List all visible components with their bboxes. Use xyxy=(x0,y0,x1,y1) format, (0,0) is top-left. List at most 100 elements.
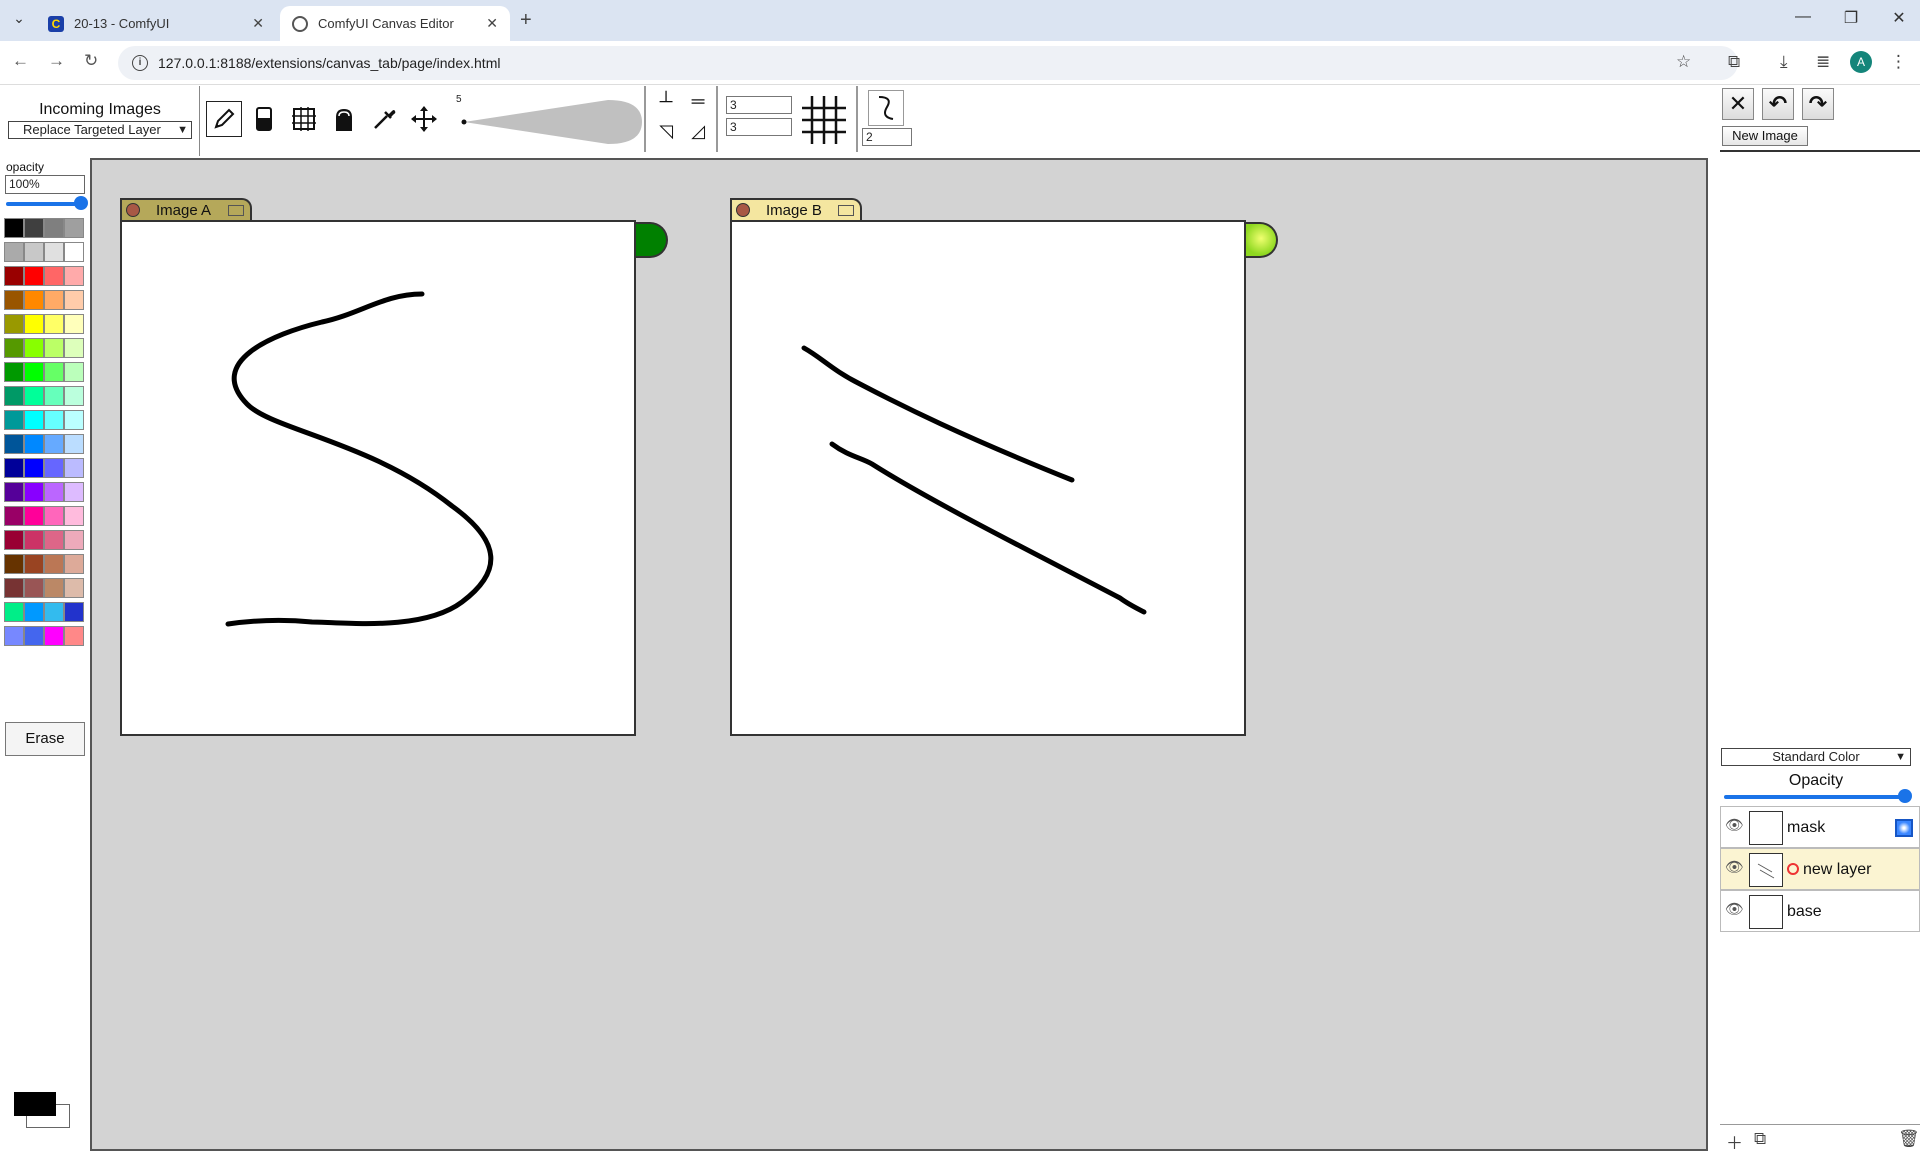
color-swatch[interactable] xyxy=(64,458,84,478)
back-icon[interactable]: ← xyxy=(12,51,29,71)
window-close-icon[interactable]: ✕ xyxy=(1884,8,1914,28)
color-swatch[interactable] xyxy=(4,362,24,382)
layer-row-new-layer[interactable]: 👁 new layer xyxy=(1720,848,1920,890)
image-node-tab[interactable]: Image A xyxy=(120,198,252,220)
layer-opacity-slider[interactable] xyxy=(1724,789,1912,803)
color-swatch[interactable] xyxy=(64,410,84,430)
close-tab-icon[interactable]: ✕ xyxy=(486,15,498,32)
color-swatch[interactable] xyxy=(44,266,64,286)
bookmark-star-icon[interactable]: ☆ xyxy=(1676,52,1691,72)
new-tab-icon[interactable]: + xyxy=(520,9,532,32)
color-swatch[interactable] xyxy=(64,242,84,262)
minimize-icon[interactable]: — xyxy=(1788,8,1818,26)
trash-icon[interactable]: 🗑 xyxy=(1898,1129,1920,1149)
color-swatch[interactable] xyxy=(4,314,24,334)
extensions-icon[interactable]: ⧉ xyxy=(1728,52,1740,72)
color-swatch[interactable] xyxy=(4,482,24,502)
color-swatch[interactable] xyxy=(24,626,44,646)
color-swatch[interactable] xyxy=(24,386,44,406)
curve-input[interactable]: 2 xyxy=(862,128,912,146)
color-swatch[interactable] xyxy=(4,410,24,430)
color-swatch[interactable] xyxy=(24,602,44,622)
close-icon[interactable]: ✕ xyxy=(1722,88,1754,120)
color-swatch[interactable] xyxy=(24,338,44,358)
color-swatch[interactable] xyxy=(44,386,64,406)
erase-button[interactable]: Erase xyxy=(5,722,85,756)
color-swatch[interactable] xyxy=(44,242,64,262)
output-plug[interactable] xyxy=(1246,222,1278,258)
color-swatch[interactable] xyxy=(4,266,24,286)
color-swatch[interactable] xyxy=(4,338,24,358)
color-swatch[interactable] xyxy=(44,314,64,334)
color-swatch[interactable] xyxy=(44,530,64,550)
mask-icon[interactable] xyxy=(1895,819,1913,837)
color-swatch[interactable] xyxy=(24,578,44,598)
mirror-diagonal-icon[interactable]: ◹ xyxy=(654,120,678,144)
curve-icon[interactable] xyxy=(868,90,904,126)
url-field[interactable]: i 127.0.0.1:8188/extensions/canvas_tab/p… xyxy=(118,46,1738,80)
grid-select-icon[interactable] xyxy=(286,101,322,137)
color-swatch[interactable] xyxy=(64,626,84,646)
color-swatch[interactable] xyxy=(4,626,24,646)
forward-icon[interactable]: → xyxy=(48,51,65,71)
browser-tab-canvas-editor[interactable]: ComfyUI Canvas Editor ✕ xyxy=(280,6,510,41)
color-swatch[interactable] xyxy=(24,266,44,286)
color-swatch[interactable] xyxy=(44,626,64,646)
browser-tab-comfyui[interactable]: C 20-13 - ComfyUI ✕ xyxy=(36,6,276,41)
eraser-icon[interactable] xyxy=(246,101,282,137)
color-swatch[interactable] xyxy=(64,554,84,574)
color-swatch[interactable] xyxy=(44,602,64,622)
eye-icon[interactable]: 👁 xyxy=(1725,858,1744,876)
brush-size-slider[interactable] xyxy=(458,96,642,150)
browser-menu-icon[interactable]: ⋮ xyxy=(1890,52,1907,72)
url-text[interactable]: 127.0.0.1:8188/extensions/canvas_tab/pag… xyxy=(158,55,500,71)
color-swatch[interactable] xyxy=(44,434,64,454)
move-icon[interactable] xyxy=(406,101,442,137)
grid-rows-input[interactable]: 3 xyxy=(726,118,792,136)
color-swatch[interactable] xyxy=(24,218,44,238)
eye-icon[interactable]: 👁 xyxy=(1725,816,1744,834)
color-swatch[interactable] xyxy=(24,410,44,430)
color-swatch[interactable] xyxy=(4,602,24,622)
color-swatch[interactable] xyxy=(44,482,64,502)
media-icon[interactable]: ≣ xyxy=(1816,52,1830,72)
color-swatch[interactable] xyxy=(44,290,64,310)
mirror-horizontal-icon[interactable]: ═ xyxy=(686,90,710,114)
pencil-icon[interactable] xyxy=(206,101,242,137)
color-swatch[interactable] xyxy=(4,386,24,406)
color-swatch[interactable] xyxy=(64,578,84,598)
layer-row-mask[interactable]: 👁 mask xyxy=(1720,806,1920,848)
color-swatch[interactable] xyxy=(4,434,24,454)
color-swatch[interactable] xyxy=(64,386,84,406)
opacity-slider[interactable] xyxy=(6,196,88,210)
color-swatch[interactable] xyxy=(64,602,84,622)
color-swatch[interactable] xyxy=(44,362,64,382)
color-swatch[interactable] xyxy=(4,218,24,238)
color-swatch[interactable] xyxy=(4,290,24,310)
color-swatch[interactable] xyxy=(24,530,44,550)
color-swatch[interactable] xyxy=(64,338,84,358)
color-swatch[interactable] xyxy=(64,218,84,238)
close-tab-icon[interactable]: ✕ xyxy=(252,15,264,32)
color-swatch[interactable] xyxy=(64,506,84,526)
color-swatch[interactable] xyxy=(4,242,24,262)
eyedropper-icon[interactable] xyxy=(366,101,402,137)
color-swatch[interactable] xyxy=(44,218,64,238)
color-swatch[interactable] xyxy=(44,554,64,574)
color-swatch[interactable] xyxy=(44,458,64,478)
color-swatch[interactable] xyxy=(24,554,44,574)
node-status-dot[interactable] xyxy=(126,203,140,217)
resize-icon[interactable] xyxy=(838,205,854,216)
restore-icon[interactable]: ❐ xyxy=(1836,8,1866,28)
color-swatch[interactable] xyxy=(64,314,84,334)
grid-icon[interactable] xyxy=(800,94,848,146)
reload-icon[interactable]: ↻ xyxy=(84,51,98,71)
color-swatch[interactable] xyxy=(4,554,24,574)
output-plug[interactable] xyxy=(636,222,668,258)
color-swatch[interactable] xyxy=(4,506,24,526)
image-node-tab[interactable]: Image B xyxy=(730,198,862,220)
image-canvas[interactable] xyxy=(120,220,636,736)
opacity-input[interactable]: 100% xyxy=(5,175,85,194)
color-swatch[interactable] xyxy=(4,458,24,478)
tab-search-chevron-icon[interactable]: ⌄ xyxy=(8,10,30,30)
